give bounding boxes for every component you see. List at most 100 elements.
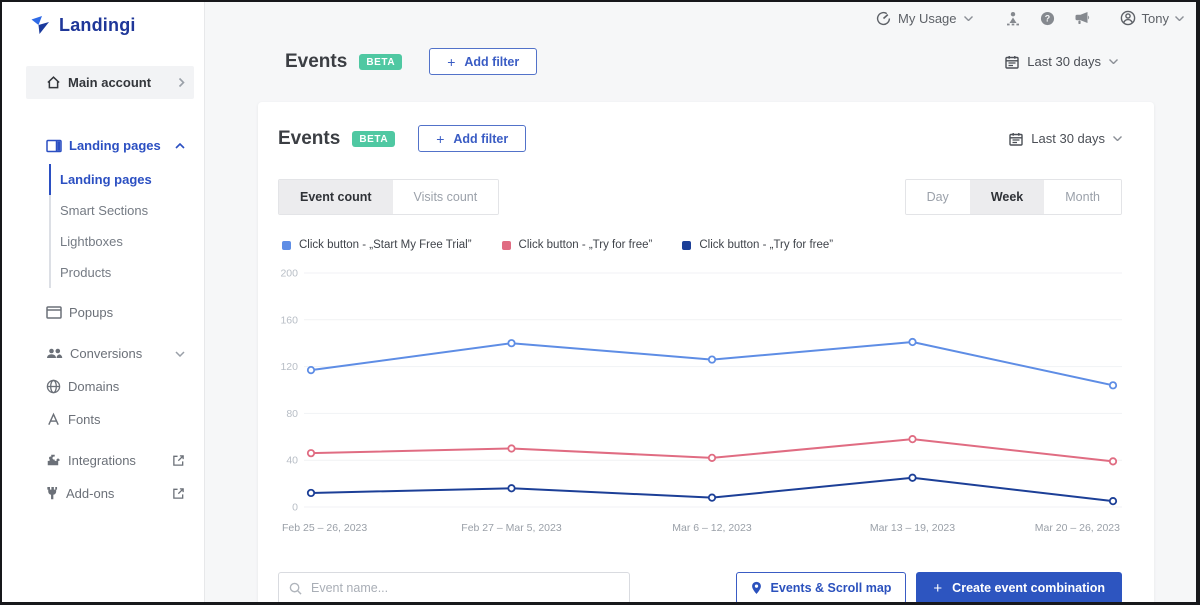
data-point <box>707 355 717 364</box>
sidebar-item-label: Fonts <box>68 412 101 427</box>
card-header: Events BETA + Add filter Last 30 days <box>278 125 1122 152</box>
plus-icon: + <box>933 579 943 597</box>
card-title: Events <box>278 127 341 149</box>
count-tabs: Event count Visits count <box>278 179 500 215</box>
data-point <box>908 473 917 482</box>
card-footer: Events & Scroll map + Create event combi… <box>278 572 1122 602</box>
sidebar-item-label: Main account <box>68 75 152 90</box>
sidebar-subitem-landing-pages[interactable]: Landing pages <box>49 164 194 195</box>
legend-label: Click button - „Try for free” <box>518 239 653 251</box>
y-axis-tick: 0 <box>292 502 298 514</box>
sidebar-item-popups[interactable]: Popups <box>26 296 194 329</box>
legend-label: Click button - „Start My Free Trial” <box>299 239 472 251</box>
sidebar-item-fonts[interactable]: Fonts <box>26 403 194 436</box>
sidebar-item-conversions[interactable]: Conversions <box>26 337 194 370</box>
beta-badge: BETA <box>359 53 403 70</box>
globe-icon <box>46 379 61 394</box>
data-point <box>908 435 917 444</box>
legend-label: Click button - „Try for free” <box>699 239 834 251</box>
legend-swatch <box>682 240 692 250</box>
tab-day[interactable]: Day <box>905 180 970 214</box>
main-content: My Usage ? Tony Events BETA + Add filter… <box>205 2 1196 602</box>
create-event-combination-button[interactable]: + Create event combination <box>916 572 1122 602</box>
location-pin-icon <box>751 581 762 595</box>
beta-badge: BETA <box>352 130 396 147</box>
chevron-right-icon <box>178 77 185 88</box>
calendar-icon <box>1009 132 1023 146</box>
data-point <box>306 366 316 375</box>
topbar: My Usage ? Tony <box>205 2 1196 34</box>
chevron-up-icon <box>175 142 185 149</box>
y-axis-tick: 120 <box>280 361 298 373</box>
external-link-icon <box>172 454 185 467</box>
popup-window-icon <box>46 306 62 319</box>
tab-week[interactable]: Week <box>969 180 1045 214</box>
legend-item: Click button - „Try for free” <box>682 239 833 251</box>
tab-visits-count[interactable]: Visits count <box>392 180 499 214</box>
date-range-picker[interactable]: Last 30 days <box>1005 54 1118 69</box>
chart-controls: Event count Visits count Day Week Month <box>278 179 1122 215</box>
chevron-down-icon <box>175 350 185 357</box>
data-point <box>1108 497 1118 506</box>
chart-area: 0 40 80 120 160 200 Feb 25 – 26, 2023 Feb 27 – … <box>278 261 1122 542</box>
tab-event-count[interactable]: Event count <box>279 180 393 214</box>
usage-gauge-icon <box>876 11 891 26</box>
card-date-range-picker[interactable]: Last 30 days <box>1009 131 1122 146</box>
sidebar-item-domains[interactable]: Domains <box>26 370 194 403</box>
sidebar-item-label: Conversions <box>70 346 143 361</box>
x-axis-tick: Mar 6 – 12, 2023 <box>672 522 752 534</box>
y-axis-tick: 80 <box>286 408 298 420</box>
account-menu[interactable]: Tony <box>1120 10 1184 26</box>
legend-swatch <box>501 240 511 250</box>
external-link-icon <box>172 487 185 500</box>
data-point <box>306 488 316 498</box>
tab-month[interactable]: Month <box>1044 180 1121 214</box>
events-card: Events BETA + Add filter Last 30 days Ev… <box>258 102 1154 602</box>
landingi-logo-icon <box>29 14 51 36</box>
my-usage-label: My Usage <box>898 10 957 26</box>
affiliate-icon[interactable] <box>1005 11 1021 26</box>
caret-down-icon <box>1109 59 1118 64</box>
y-axis-tick: 40 <box>286 455 298 467</box>
data-point <box>507 484 516 493</box>
add-filter-button[interactable]: + Add filter <box>429 48 538 75</box>
sidebar-subitem-products[interactable]: Products <box>49 257 194 288</box>
users-icon <box>46 347 63 360</box>
card-add-filter-button[interactable]: + Add filter <box>418 125 527 152</box>
sidebar-item-integrations[interactable]: Integrations <box>26 444 194 477</box>
x-axis-tick: Mar 20 – 26, 2023 <box>1035 522 1120 534</box>
sidebar-item-main-account[interactable]: Main account <box>26 66 194 99</box>
logo-text: Landingi <box>59 14 136 35</box>
data-point <box>507 339 516 348</box>
svg-text:?: ? <box>1044 13 1049 23</box>
search-icon <box>289 582 302 595</box>
help-icon[interactable]: ? <box>1040 11 1055 26</box>
granularity-tabs: Day Week Month <box>904 179 1122 215</box>
sidebar-item-label: Add-ons <box>66 486 115 501</box>
data-point <box>707 493 717 502</box>
sidebar-subitem-lightboxes[interactable]: Lightboxes <box>49 226 194 257</box>
landing-pages-subnav: Landing pages Smart Sections Lightboxes … <box>49 164 194 288</box>
sidebar-item-landing-pages[interactable]: Landing pages <box>26 129 194 162</box>
caret-down-icon <box>963 15 973 21</box>
plus-icon: + <box>447 53 456 70</box>
caret-down-icon <box>1113 136 1122 141</box>
legend-item: Click button - „Try for free” <box>501 239 653 251</box>
data-point <box>507 444 516 453</box>
megaphone-icon[interactable] <box>1074 11 1090 25</box>
event-search-input[interactable] <box>311 581 619 595</box>
event-search-box <box>278 572 630 602</box>
my-usage-menu[interactable]: My Usage <box>876 11 973 26</box>
date-range-label: Last 30 days <box>1031 131 1105 146</box>
y-axis-tick: 160 <box>280 314 298 326</box>
x-axis-tick: Feb 27 – Mar 5, 2023 <box>461 522 562 534</box>
sidebar-item-label: Landing pages <box>69 138 161 153</box>
caret-down-icon <box>1175 15 1184 21</box>
font-letter-icon <box>46 412 61 427</box>
sidebar-item-add-ons[interactable]: Add-ons <box>26 477 194 510</box>
chart-legend: Click button - „Start My Free Trial” Clic… <box>278 239 1122 251</box>
events-scroll-map-button[interactable]: Events & Scroll map <box>735 572 907 602</box>
sidebar-subitem-smart-sections[interactable]: Smart Sections <box>49 195 194 226</box>
calendar-icon <box>1005 55 1019 69</box>
logo[interactable]: Landingi <box>2 12 204 38</box>
